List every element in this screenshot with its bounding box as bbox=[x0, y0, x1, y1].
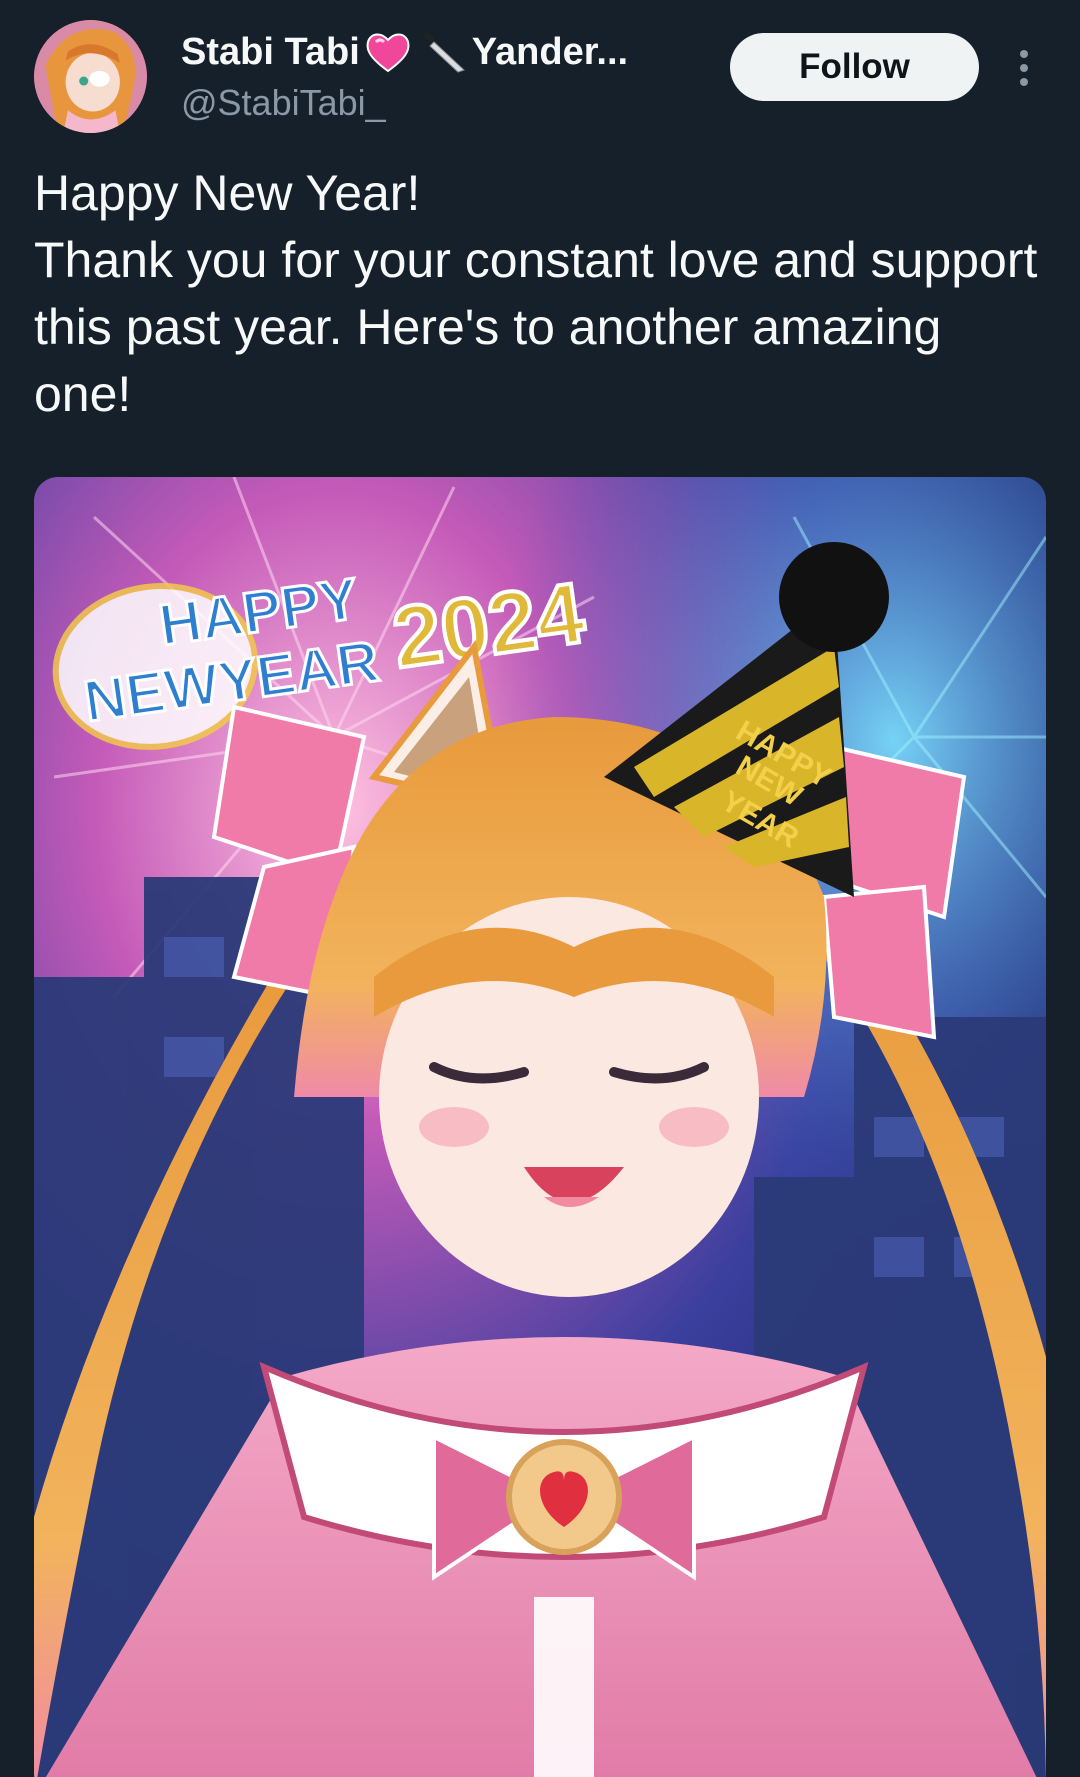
tweet-line: Thank you for your constant love and sup… bbox=[34, 232, 1038, 422]
display-name[interactable]: Stabi Tabi bbox=[181, 31, 360, 74]
knife-icon bbox=[420, 30, 468, 74]
tweet-page: Stabi Tabi Yander... @StabiTabi_ Follow … bbox=[0, 0, 1080, 1777]
tweet-media-image[interactable]: HAPPY NEWYEAR 2024 HAPPY NEW YEAR bbox=[34, 477, 1046, 1777]
user-handle[interactable]: @StabiTabi_ bbox=[181, 82, 386, 124]
follow-button[interactable]: Follow bbox=[730, 33, 979, 101]
tweet-text: Happy New Year! Thank you for your const… bbox=[34, 160, 1044, 428]
more-vertical-icon[interactable] bbox=[1010, 44, 1038, 92]
user-name-row[interactable]: Stabi Tabi Yander... bbox=[181, 30, 628, 74]
tweet-line: Happy New Year! bbox=[34, 165, 421, 221]
avatar[interactable] bbox=[34, 20, 147, 133]
display-name-suffix[interactable]: Yander... bbox=[472, 31, 628, 74]
pink-heart-icon bbox=[364, 30, 412, 74]
